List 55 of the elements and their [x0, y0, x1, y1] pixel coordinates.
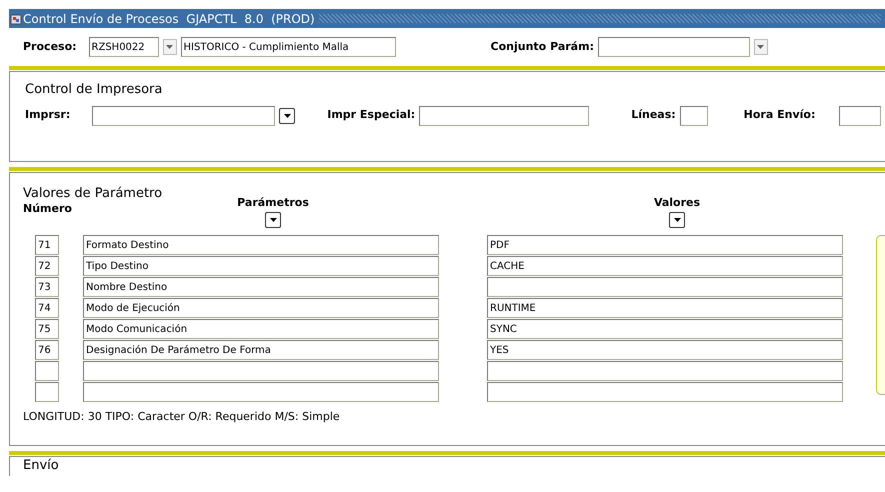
caret-icon [166, 45, 174, 49]
field-label: Imprsr: [25, 107, 70, 124]
value-field[interactable] [487, 361, 843, 381]
process-name-field[interactable]: HISTORICO - Cumplimiento Malla [180, 37, 396, 57]
caret-icon [270, 218, 276, 222]
column-header: Número [23, 201, 73, 217]
column-header: Valores [654, 195, 700, 211]
dropdown-button[interactable] [265, 212, 281, 228]
dropdown-button[interactable] [279, 108, 296, 124]
value-field[interactable]: YES [487, 340, 843, 360]
number-field[interactable]: 76 [35, 340, 59, 360]
parameter-field[interactable]: Formato Destino [83, 235, 439, 255]
app-icon [10, 12, 22, 24]
number-field[interactable]: 74 [35, 298, 59, 318]
window-title: Control Envío de Procesos GJAPCTL 8.0 (PROD) [23, 10, 315, 28]
field-hint: LONGITUD: 30 TIPO: Caracter O/R: Requerido M/S: Simple [23, 409, 340, 425]
value-field[interactable]: PDF [487, 235, 843, 255]
parameter-field[interactable]: Tipo Destino [83, 256, 439, 276]
field-label: Líneas: [631, 107, 676, 124]
parameter-field[interactable]: Designación De Parámetro De Forma [83, 340, 439, 360]
caret-icon [757, 45, 764, 49]
number-field[interactable]: 72 [35, 256, 59, 276]
value-field[interactable] [487, 277, 843, 297]
parameter-set-field[interactable] [598, 37, 750, 57]
number-field[interactable]: 75 [35, 319, 59, 339]
scrollbar[interactable] [876, 235, 885, 395]
printer-field[interactable] [92, 106, 276, 126]
process-code-field[interactable]: RZSH0022 [88, 37, 159, 57]
number-field[interactable] [35, 382, 59, 402]
parameter-field[interactable]: Modo Comunicación [83, 319, 439, 339]
parameter-field[interactable]: Modo de Ejecución [83, 298, 439, 318]
value-field[interactable]: CACHE [487, 256, 843, 276]
value-field[interactable]: RUNTIME [487, 298, 843, 318]
number-field[interactable]: 73 [35, 277, 59, 297]
lines-field[interactable] [680, 106, 708, 126]
parameter-field[interactable]: Nombre Destino [83, 277, 439, 297]
dropdown-button[interactable] [669, 212, 685, 228]
value-field[interactable] [487, 382, 843, 402]
section-title: Valores de Parámetro [23, 186, 162, 201]
field-label: Conjunto Parám: [490, 38, 594, 55]
parameter-field[interactable] [83, 382, 439, 402]
value-field[interactable]: SYNC [487, 319, 843, 339]
caret-icon [674, 218, 680, 222]
caret-icon [284, 114, 291, 118]
section-title: Envío [23, 458, 59, 473]
column-header: Parámetros [237, 195, 309, 211]
parameter-field[interactable] [83, 361, 439, 381]
send-time-field[interactable] [839, 106, 882, 126]
field-label: Proceso: [23, 38, 77, 55]
section-title: Control de Impresora [25, 81, 162, 99]
special-printer-field[interactable] [419, 106, 590, 126]
number-field[interactable] [35, 361, 59, 381]
field-label: Hora Envío: [744, 107, 816, 124]
number-field[interactable]: 71 [35, 235, 59, 255]
field-label: Impr Especial: [327, 107, 416, 124]
